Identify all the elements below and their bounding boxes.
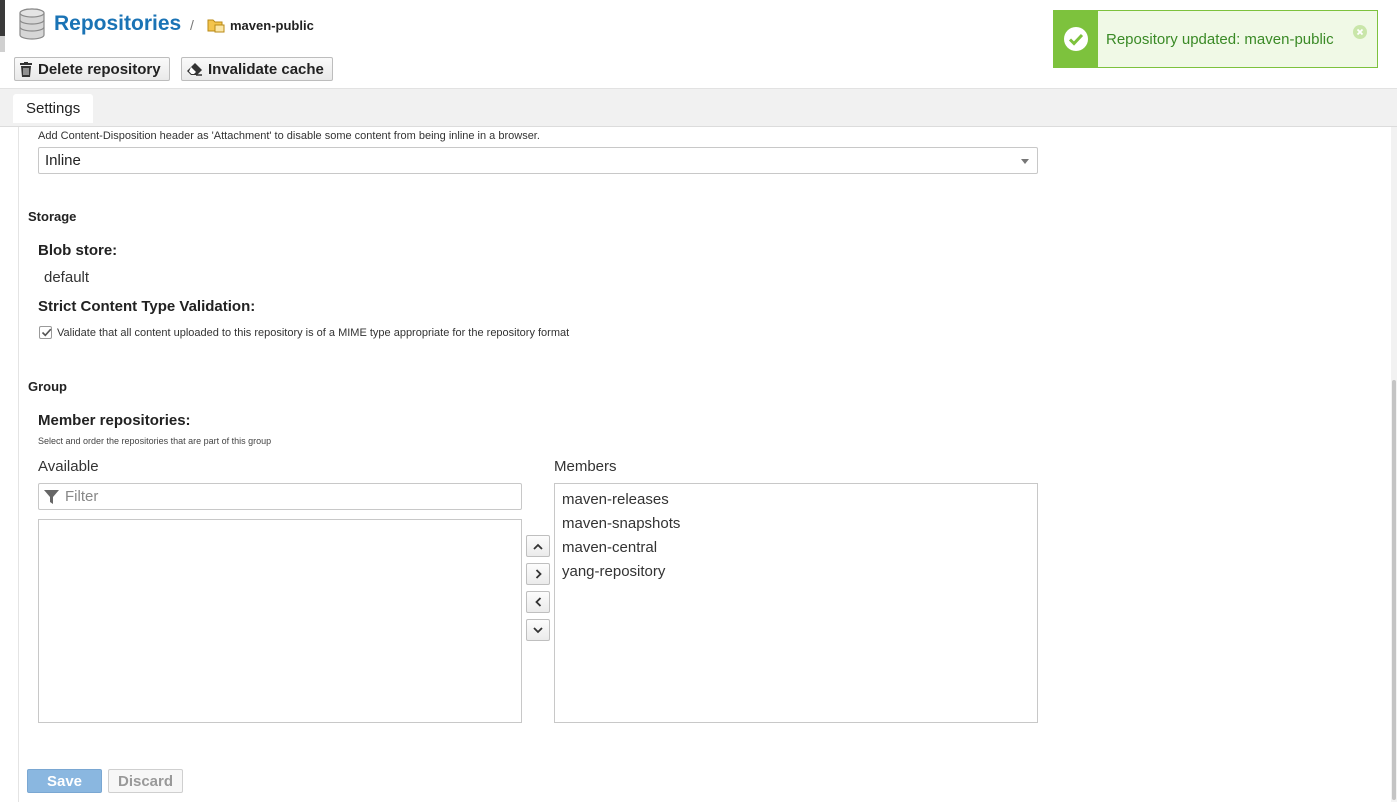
member-repositories-hint: Select and order the repositories that a… — [38, 436, 272, 446]
members-label: Members — [554, 458, 617, 475]
breadcrumb-current: maven-public — [230, 18, 314, 33]
list-item[interactable]: maven-snapshots — [555, 511, 1037, 535]
save-button[interactable]: Save — [27, 769, 102, 793]
database-icon — [19, 8, 45, 40]
chevron-up-icon — [533, 543, 543, 550]
invalidate-cache-button[interactable]: Invalidate cache — [181, 57, 333, 81]
member-repositories-label: Member repositories: — [38, 412, 191, 429]
content-disposition-hint: Add Content-Disposition header as 'Attac… — [38, 130, 540, 142]
list-item[interactable]: maven-central — [555, 535, 1037, 559]
available-label: Available — [38, 458, 99, 475]
add-member-button[interactable] — [526, 563, 550, 585]
filter-field[interactable] — [38, 483, 522, 510]
chevron-left-icon — [534, 597, 541, 607]
available-list[interactable] — [38, 519, 522, 723]
delete-repository-button[interactable]: Delete repository — [14, 57, 170, 81]
chevron-right-icon — [535, 569, 542, 579]
tab-bar: Settings — [0, 88, 1397, 127]
blob-store-value: default — [44, 269, 90, 286]
chevron-down-icon — [533, 626, 543, 633]
trash-icon — [20, 61, 32, 77]
toast-status-bar — [1054, 11, 1098, 67]
move-down-button[interactable] — [526, 619, 550, 641]
strict-validation-hint: Validate that all content uploaded to th… — [57, 327, 570, 339]
check-circle-icon — [1064, 27, 1088, 51]
members-list[interactable]: maven-releases maven-snapshots maven-cen… — [554, 483, 1038, 723]
strict-validation-label: Strict Content Type Validation: — [38, 298, 256, 315]
storage-section-title: Storage — [28, 209, 77, 224]
group-repository-icon — [207, 19, 225, 33]
toast-message: Repository updated: maven-public — [1106, 30, 1334, 48]
content-disposition-select[interactable]: Inline — [38, 147, 1038, 174]
filter-input[interactable] — [63, 485, 513, 508]
remove-member-button[interactable] — [526, 591, 550, 613]
filter-icon — [44, 490, 59, 504]
blob-store-label: Blob store: — [38, 242, 118, 259]
content-disposition-value: Inline — [45, 152, 81, 169]
close-icon[interactable] — [1353, 25, 1367, 39]
discard-button[interactable]: Discard — [108, 769, 183, 793]
list-item[interactable]: yang-repository — [555, 559, 1037, 583]
page-title[interactable]: Repositories — [54, 12, 181, 36]
invalidate-cache-label: Invalidate cache — [208, 60, 324, 78]
tab-settings[interactable]: Settings — [13, 94, 94, 123]
scrollbar-thumb[interactable] — [1392, 380, 1396, 800]
group-section-title: Group — [28, 379, 67, 394]
strict-validation-checkbox[interactable] — [39, 326, 52, 339]
success-toast: Repository updated: maven-public — [1053, 10, 1378, 68]
move-up-button[interactable] — [526, 535, 550, 557]
checkmark-icon — [41, 328, 52, 337]
dropdown-arrow-icon — [1021, 159, 1029, 164]
delete-repository-label: Delete repository — [38, 60, 161, 78]
list-item[interactable]: maven-releases — [555, 487, 1037, 511]
breadcrumb-separator: / — [190, 17, 194, 33]
eraser-icon — [187, 63, 202, 76]
